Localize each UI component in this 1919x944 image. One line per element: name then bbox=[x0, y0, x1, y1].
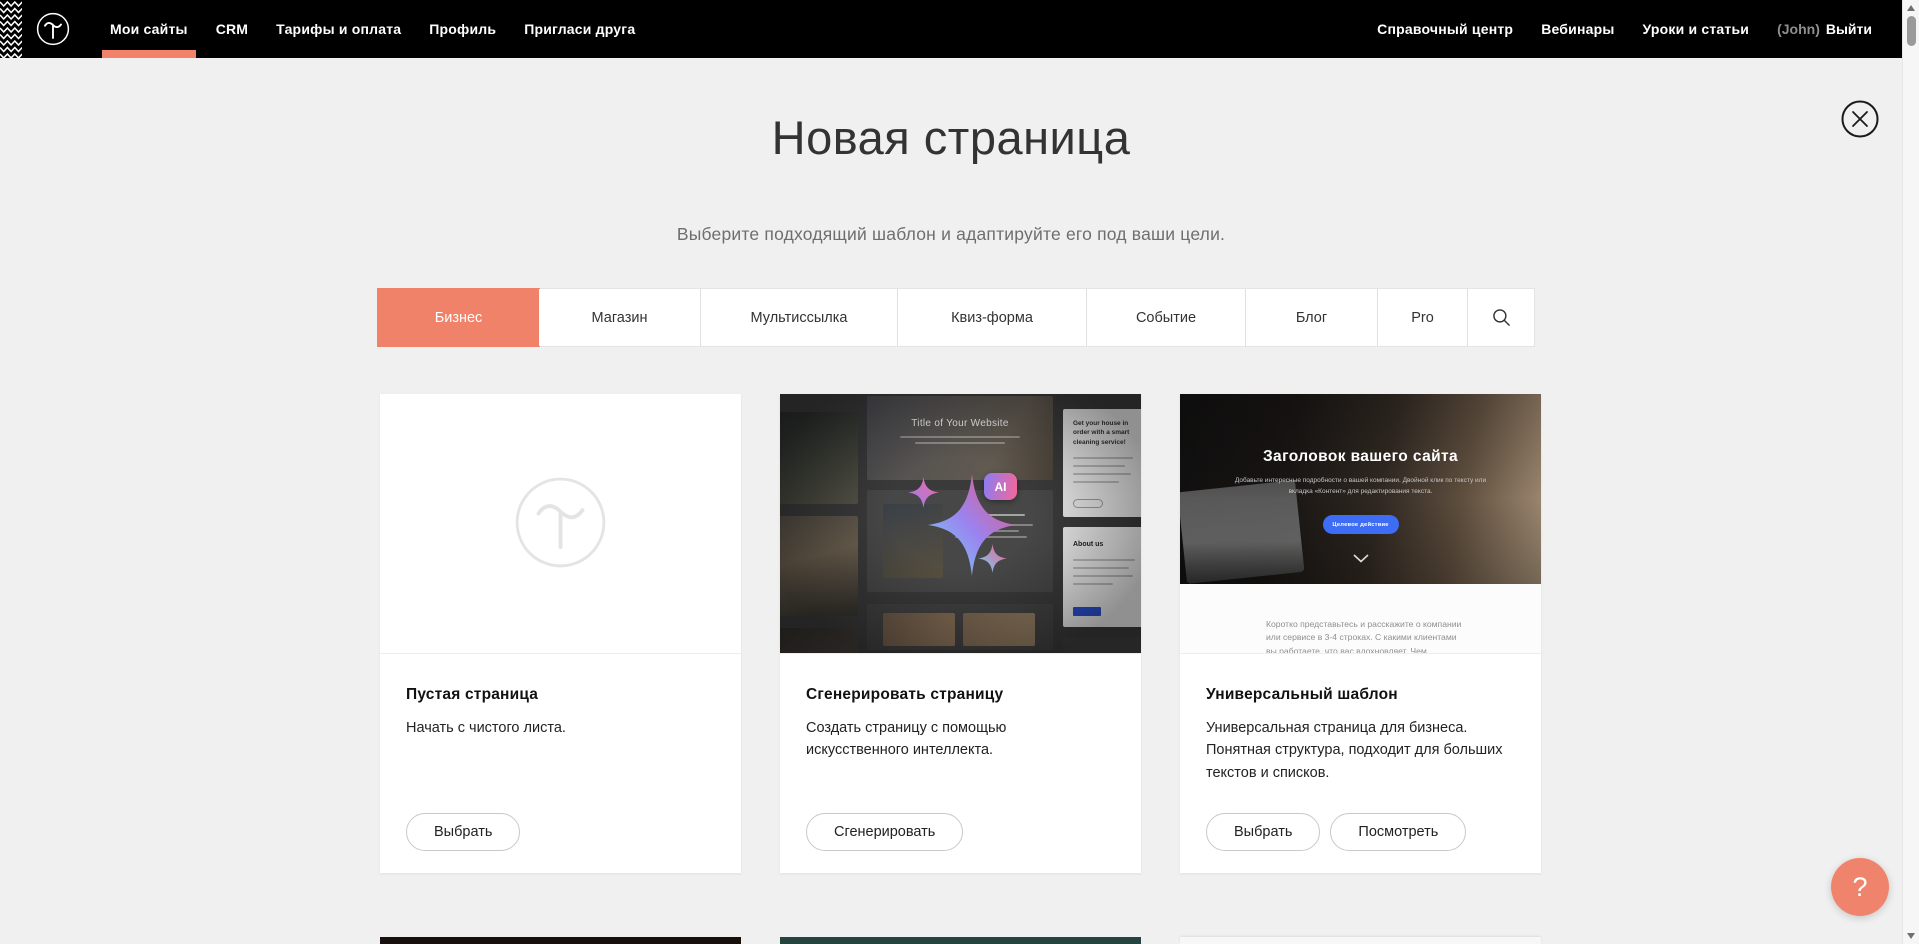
nav-item-webinars[interactable]: Вебинары bbox=[1527, 0, 1628, 58]
ai-badge: AI bbox=[984, 473, 1017, 500]
tab-label: Pro bbox=[1411, 310, 1434, 326]
tab-pro[interactable]: Pro bbox=[1378, 289, 1468, 346]
nav-item-tariffs[interactable]: Тарифы и оплата bbox=[262, 0, 415, 58]
card-actions: Выбрать bbox=[406, 813, 520, 851]
tab-shop[interactable]: Магазин bbox=[539, 289, 701, 346]
nav-item-label: Пригласи друга bbox=[524, 21, 635, 37]
nav-item-label: Уроки и статьи bbox=[1643, 21, 1750, 37]
nav-item-label: Вебинары bbox=[1541, 21, 1614, 37]
tilda-logo[interactable] bbox=[36, 12, 70, 46]
select-button[interactable]: Выбрать bbox=[1206, 813, 1320, 851]
tab-label: Блог bbox=[1296, 310, 1327, 326]
nav-item-label: Тарифы и оплата bbox=[276, 21, 401, 37]
template-category-tabs: Бизнес Магазин Мультиссылка Квиз-форма С… bbox=[378, 289, 1534, 346]
page-title: Новая страница bbox=[0, 110, 1902, 165]
help-button[interactable]: ? bbox=[1831, 858, 1889, 916]
nav-item-crm[interactable]: CRM bbox=[202, 0, 262, 58]
logout-link[interactable]: Выйти bbox=[1826, 21, 1872, 37]
tab-label: Магазин bbox=[592, 310, 648, 326]
page-subtitle: Выберите подходящий шаблон и адаптируйте… bbox=[0, 224, 1902, 245]
nav-item-label: CRM bbox=[216, 21, 248, 37]
nav-user-logout[interactable]: (John) Выйти bbox=[1763, 0, 1886, 58]
preview-button[interactable]: Посмотреть bbox=[1330, 813, 1466, 851]
tab-search[interactable] bbox=[1468, 289, 1534, 346]
card-actions: Выбрать Посмотреть bbox=[1206, 813, 1466, 851]
ai-generate-preview: Title of Your Website Get your house in … bbox=[780, 394, 1141, 654]
preview-hero-subtitle: Добавьте интересные подробности о вашей … bbox=[1230, 476, 1492, 497]
user-name: (John) bbox=[1777, 21, 1820, 37]
top-navbar: Мои сайты CRM Тарифы и оплата Профиль Пр… bbox=[0, 0, 1902, 58]
tab-event[interactable]: Событие bbox=[1087, 289, 1246, 346]
tab-label: Бизнес bbox=[435, 310, 483, 326]
card-description: Универсальная страница для бизнеса. Поня… bbox=[1206, 717, 1506, 784]
preview-body-text: Коротко представьтесь и расскажите о ком… bbox=[1266, 618, 1462, 654]
nav-item-help-center[interactable]: Справочный центр bbox=[1363, 0, 1527, 58]
scrollbar-thumb[interactable] bbox=[1907, 16, 1916, 46]
tab-quiz-form[interactable]: Квиз-форма bbox=[898, 289, 1087, 346]
chevron-down-icon bbox=[1353, 554, 1369, 563]
template-card-blank-page[interactable]: Пустая страница Начать с чистого листа. … bbox=[380, 394, 741, 873]
tab-blog[interactable]: Блог bbox=[1246, 289, 1378, 346]
tab-label: Квиз-форма bbox=[951, 310, 1033, 326]
tab-label: Мультиссылка bbox=[751, 310, 848, 326]
nav-item-label: Справочный центр bbox=[1377, 21, 1513, 37]
card-title: Сгенерировать страницу bbox=[806, 686, 1115, 704]
card-body: Универсальный шаблон Универсальная стран… bbox=[1180, 654, 1541, 872]
scrollbar[interactable] bbox=[1902, 0, 1919, 944]
tab-label: Событие bbox=[1136, 310, 1196, 326]
nav-item-invite-friend[interactable]: Пригласи друга bbox=[510, 0, 649, 58]
preview-hero-title: Заголовок вашего сайта bbox=[1180, 448, 1541, 466]
tab-multilink[interactable]: Мультиссылка bbox=[701, 289, 898, 346]
select-button[interactable]: Выбрать bbox=[406, 813, 520, 851]
zigzag-pattern-decoration bbox=[0, 0, 22, 58]
tilda-watermark-icon bbox=[514, 476, 607, 569]
template-card-universal[interactable]: Заголовок вашего сайта Добавьте интересн… bbox=[1180, 394, 1541, 873]
card-description: Начать с чистого листа. bbox=[406, 717, 706, 739]
next-row-card-preview[interactable] bbox=[1180, 937, 1541, 944]
nav-item-lessons[interactable]: Уроки и статьи bbox=[1629, 0, 1764, 58]
search-icon bbox=[1492, 308, 1511, 327]
active-tab-underline bbox=[102, 50, 196, 58]
next-row-card-preview[interactable] bbox=[780, 937, 1141, 944]
card-body: Сгенерировать страницу Создать страницу … bbox=[780, 654, 1141, 872]
scroll-down-arrow-icon[interactable] bbox=[1907, 933, 1915, 939]
card-actions: Сгенерировать bbox=[806, 813, 963, 851]
template-card-ai-generate[interactable]: Title of Your Website Get your house in … bbox=[780, 394, 1141, 873]
nav-item-label: Профиль bbox=[429, 21, 496, 37]
preview-hero: Заголовок вашего сайта Добавьте интересн… bbox=[1180, 394, 1541, 584]
preview-body-section: Коротко представьтесь и расскажите о ком… bbox=[1180, 584, 1541, 654]
card-title: Универсальный шаблон bbox=[1206, 686, 1515, 704]
nav-item-my-sites[interactable]: Мои сайты bbox=[96, 0, 202, 58]
card-title: Пустая страница bbox=[406, 686, 715, 704]
nav-item-profile[interactable]: Профиль bbox=[415, 0, 510, 58]
nav-menu-left: Мои сайты CRM Тарифы и оплата Профиль Пр… bbox=[96, 0, 649, 58]
ai-sparkles-icon bbox=[780, 394, 1141, 651]
preview-cta-button: Целевое действие bbox=[1323, 515, 1399, 534]
nav-item-label: Мои сайты bbox=[110, 21, 188, 37]
tab-business[interactable]: Бизнес bbox=[378, 289, 539, 346]
next-row-card-preview[interactable] bbox=[380, 937, 741, 944]
blank-page-preview bbox=[380, 394, 741, 654]
scroll-up-arrow-icon[interactable] bbox=[1907, 5, 1915, 11]
card-description: Создать страницу с помощью искусственног… bbox=[806, 717, 1106, 762]
generate-button[interactable]: Сгенерировать bbox=[806, 813, 963, 851]
card-body: Пустая страница Начать с чистого листа. … bbox=[380, 654, 741, 872]
nav-menu-right: Справочный центр Вебинары Уроки и статьи… bbox=[1363, 0, 1902, 58]
universal-template-preview: Заголовок вашего сайта Добавьте интересн… bbox=[1180, 394, 1541, 654]
